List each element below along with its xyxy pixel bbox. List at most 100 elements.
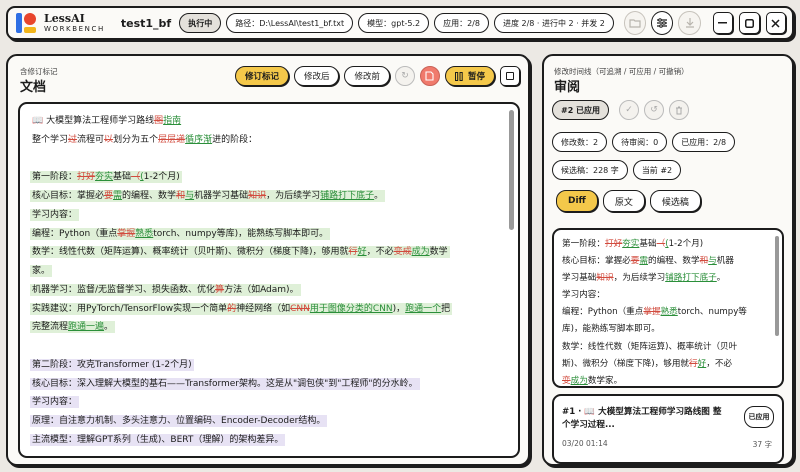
deleted-text: 行 [348, 247, 358, 258]
deleted-text: 和 [699, 256, 709, 267]
inserted-text: 夯实 [95, 172, 114, 183]
inserted-text: 用于图像分类的CNN [309, 303, 393, 314]
document-toolbar: 修订标记 修改后 修改前 ↻ 暂停 [230, 66, 520, 86]
deleted-text: 要 [104, 191, 114, 201]
inserted-text: 指南 [163, 116, 182, 126]
deleted-text: 和 [176, 191, 186, 201]
doc_lines-line: 主流模型：理解GPT系列（生成)、BERT（理解）的架构差异。 [30, 431, 500, 450]
text-segment: 神经网络（如 [236, 303, 291, 314]
open-folder-icon[interactable] [623, 11, 647, 35]
text-segment: 实践建议：用PyTorch/TensorFlow实现一个简单 [32, 303, 228, 314]
refresh-icon[interactable]: ↻ [394, 66, 415, 86]
doc_lines-line-content: 学习内容： [30, 208, 80, 221]
inserted-text: 打下底子 [338, 191, 375, 201]
doc_lines-line-content [30, 340, 34, 352]
deleted-text: 变成 [393, 247, 412, 258]
panel-title: 文档 [20, 80, 47, 95]
diff-line: 第一阶段：打好夯实基础（(1-2个月) [562, 236, 774, 253]
text-segment: 机器学习基础 [194, 191, 249, 201]
doc_lines-line: 机器学习：监督/无监督学习、损失函数、优化算方法（如Adam)。 [30, 281, 500, 300]
close-button[interactable] [765, 12, 786, 34]
inserted-text: 为 [579, 375, 588, 386]
deleted-text: 打好 [604, 239, 623, 249]
doc_lines-line-content: 实践建议：用PyTorch/TensorFlow实现一个简单的神经网络（如CNN… [30, 302, 453, 315]
current-index: 当前 #2 [632, 160, 682, 180]
diff-text: 第一阶段：打好夯实基础（(1-2个月) 核心目标：掌握必要需的编程、数学和与机器学… [562, 236, 774, 386]
deleted-text: 掌握 [643, 307, 661, 318]
stop-button[interactable] [500, 66, 520, 86]
inserted-text: 跑通一遍 [68, 322, 105, 333]
inserted-text: 熟悉 [135, 228, 154, 239]
text-segment: 第一阶段： [562, 239, 605, 249]
doc_lines-line-content: 原理：自注意力机制、多头注意力、位置编码、Encoder-Decoder结构。 [30, 415, 328, 427]
doc_lines-line: 学习内容： [30, 206, 500, 225]
pending-count: 待审阅：0 [612, 132, 668, 152]
text-segment: 学习内容： [32, 209, 78, 220]
tab-original[interactable]: 原文 [602, 190, 645, 212]
diff-line: 数学：线性代数（矩阵运算)、概率统计（贝叶 [562, 339, 774, 356]
doc_lines-line: 原理：自注意力机制、多头注意力、位置编码、Encoder-Decoder结构。 [30, 412, 500, 431]
trash-icon[interactable] [669, 100, 690, 120]
deleted-text: （ [131, 172, 141, 183]
undo-icon[interactable]: ↺ [644, 100, 665, 120]
text-segment: 家。 [32, 266, 51, 276]
inserted-text: 好 [357, 247, 367, 258]
markup-view-button[interactable]: 修订标记 [234, 66, 289, 86]
document-name: test1_bf [120, 16, 172, 30]
inserted-text: 成为 [411, 247, 430, 258]
app-logo [14, 11, 38, 35]
maximize-button[interactable] [739, 12, 760, 34]
doc_lines-line-content: 编程：Python（重点掌握熟悉torch、numpy等库)，能熟练写脚本即可。 [30, 227, 331, 240]
delete-file-icon[interactable] [419, 66, 440, 86]
text-segment: 主流模型：理解GPT系列（生成)、BERT（理解）的架构差异。 [32, 434, 284, 445]
deleted-text: 行 [689, 358, 698, 369]
text-segment: ，为后续学习 [613, 273, 666, 284]
tab-candidate[interactable]: 候选稿 [649, 190, 701, 212]
inserted-text: 铺路 [665, 273, 683, 284]
document-editor[interactable]: 📖 大模型算法工程师学习路线图指南整个学习过流程可以划分为五个层层递循序渐进的阶… [18, 102, 520, 458]
text-segment: 📖 大模型算法工程师学习路线 [32, 116, 155, 126]
title-bar: LessAI WORKBENCH test1_bf 执行中 路径：D:\Less… [6, 6, 794, 40]
doc_lines-line: 实践建议：用PyTorch/TensorFlow实现一个简单的神经网络（如CNN… [30, 300, 500, 319]
text-segment: torch、numpy等 [677, 307, 747, 318]
pause-button[interactable]: 暂停 [444, 66, 495, 86]
text-segment: 学习内容： [32, 397, 78, 408]
inserted-text: 打下底子 [682, 273, 717, 284]
text-segment: ，不必 [366, 247, 394, 258]
deleted-text: 图 [154, 116, 164, 126]
inserted-text: 与 [708, 256, 717, 267]
deleted-text: 层层递 [158, 134, 186, 145]
doc_lines-line-content: 📖 大模型算法工程师学习路线图指南 [30, 115, 183, 127]
deleted-text: 过 [68, 134, 78, 145]
doc_lines-line: 整个学习过流程可以划分为五个层层递循序渐进的阶段： [30, 131, 500, 150]
review-tabs: Diff 原文 候选稿 [556, 190, 706, 212]
revision-card-time: 03/20 01:14 [562, 439, 608, 448]
document-text[interactable]: 📖 大模型算法工程师学习路线图指南整个学习过流程可以划分为五个层层递循序渐进的阶… [30, 112, 500, 450]
text-segment: 数学：线性代数（矩阵运算)、概率统计（贝叶斯)、微积分（梯度下降)，够用就 [32, 247, 349, 258]
before-view-button[interactable]: 修改前 [344, 66, 390, 86]
minimize-button[interactable] [712, 12, 734, 34]
tab-diff[interactable]: Diff [556, 190, 598, 212]
doc_lines-line: 核心目标：深入理解大模型的基石——Transformer架构。这是从"调包侠"到… [30, 375, 500, 394]
revision-card[interactable]: #1 · 📖 大模型算法工程师学习路线图 整个学习过程... 已应用 03/20… [552, 394, 784, 464]
text-segment: 。 [104, 322, 114, 333]
current-revision-badge: #2 已应用 [552, 100, 610, 120]
after-view-button[interactable]: 修改后 [293, 66, 340, 86]
inserted-text: 成 [570, 375, 580, 386]
export-download-icon[interactable] [678, 11, 701, 35]
diff-line: 核心目标：掌握必要需的编程、数学和与机器 [562, 253, 774, 270]
brand: LessAI WORKBENCH [44, 13, 105, 33]
settings-sliders-icon[interactable] [651, 11, 674, 35]
doc_lines-line-content: 机器学习：监督/无监督学习、损失函数、优化算方法（如Adam)。 [30, 283, 301, 296]
text-segment: 数学家。 [587, 375, 623, 386]
deleted-text: 打好 [77, 172, 96, 183]
stats-row-1: 修改数：2 待审阅：0 已应用：2/8 [552, 132, 740, 152]
diff-scrollbar[interactable] [775, 236, 779, 336]
text-segment: 。 [716, 273, 726, 284]
doc_lines-line: 编程：Python（重点掌握熟悉torch、numpy等库)，能熟练写脚本即可。 [30, 225, 500, 244]
text-segment: 斯)、微积分（梯度下降)，够用就 [562, 358, 690, 369]
text-segment: 基础 [639, 239, 657, 249]
approve-check-icon[interactable]: ✓ [619, 100, 640, 120]
editor-scrollbar[interactable] [509, 110, 514, 230]
text-segment: ，为后续学习 [266, 191, 321, 201]
